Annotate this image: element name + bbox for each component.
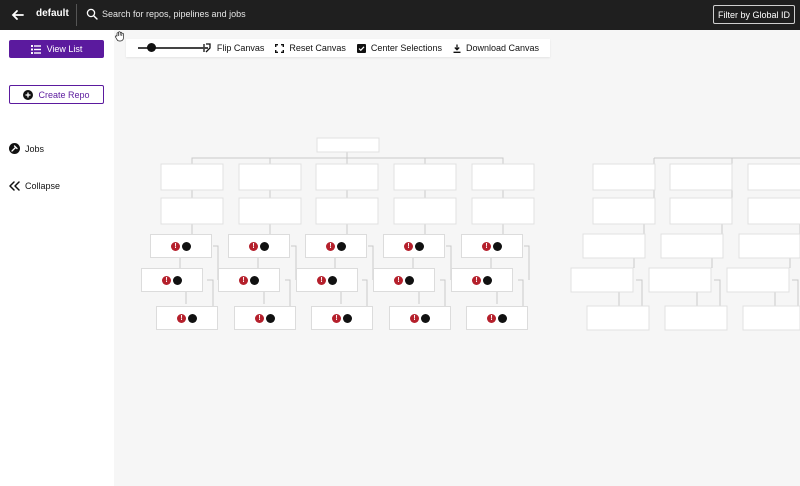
list-icon bbox=[30, 44, 41, 54]
job-state-icon bbox=[219, 269, 259, 285]
project-name[interactable]: default bbox=[36, 8, 69, 19]
error-icon: ! bbox=[255, 313, 264, 323]
job-node[interactable]: ! bbox=[383, 234, 445, 258]
view-list-button[interactable]: View List bbox=[9, 40, 104, 58]
job-node[interactable]: ! bbox=[373, 268, 435, 292]
job-state-icon bbox=[229, 235, 269, 251]
error-icon: ! bbox=[177, 313, 186, 323]
job-node[interactable]: ! bbox=[451, 268, 513, 292]
search-input[interactable]: Search for repos, pipelines and jobs bbox=[102, 9, 246, 19]
error-icon: ! bbox=[472, 275, 481, 285]
job-state-icon bbox=[462, 235, 502, 251]
sidebar-collapse[interactable]: Collapse bbox=[9, 181, 60, 191]
job-state-icon bbox=[306, 235, 346, 251]
add-circle-icon bbox=[23, 89, 34, 100]
jobs-icon bbox=[9, 143, 20, 154]
checkbox-checked-icon bbox=[356, 43, 366, 53]
job-state-icon bbox=[374, 269, 414, 285]
error-icon: ! bbox=[404, 241, 413, 251]
job-state-icon bbox=[235, 307, 275, 323]
search-icon bbox=[86, 8, 98, 20]
flip-canvas-button[interactable]: Flip Canvas bbox=[203, 43, 265, 53]
create-repo-button[interactable]: Create Repo bbox=[9, 85, 104, 104]
center-selections-toggle[interactable]: Center Selections bbox=[356, 43, 442, 53]
dag-canvas[interactable]: ! ! ! ! ! ! ! ! ! ! ! ! ! ! ! bbox=[114, 30, 800, 486]
top-header: default Search for repos, pipelines and … bbox=[0, 0, 800, 30]
error-icon: ! bbox=[487, 313, 496, 323]
collapse-label: Collapse bbox=[25, 181, 61, 191]
job-state-icon bbox=[297, 269, 337, 285]
double-chevron-left-icon bbox=[9, 181, 20, 191]
zoom-thumb[interactable] bbox=[147, 43, 156, 52]
job-node[interactable]: ! bbox=[218, 268, 280, 292]
jobs-label: Jobs bbox=[25, 143, 45, 154]
job-node[interactable]: ! bbox=[461, 234, 523, 258]
header-divider bbox=[76, 4, 77, 26]
job-node[interactable]: ! bbox=[296, 268, 358, 292]
job-node[interactable]: ! bbox=[389, 306, 451, 330]
center-selections-label: Center Selections bbox=[370, 43, 442, 53]
job-node[interactable]: ! bbox=[234, 306, 296, 330]
job-node[interactable]: ! bbox=[466, 306, 528, 330]
error-icon: ! bbox=[162, 275, 171, 285]
job-state-icon bbox=[151, 235, 191, 251]
error-icon: ! bbox=[171, 241, 180, 251]
reset-canvas-button[interactable]: Reset Canvas bbox=[275, 43, 346, 53]
flip-canvas-label: Flip Canvas bbox=[216, 43, 265, 53]
download-canvas-label: Download Canvas bbox=[465, 43, 539, 53]
error-icon: ! bbox=[394, 275, 403, 285]
download-canvas-button[interactable]: Download Canvas bbox=[453, 43, 539, 53]
job-node[interactable]: ! bbox=[311, 306, 373, 330]
error-icon: ! bbox=[239, 275, 248, 285]
dag-edges bbox=[160, 137, 800, 331]
job-state-icon bbox=[142, 269, 182, 285]
view-list-label: View List bbox=[46, 44, 83, 54]
error-icon: ! bbox=[482, 241, 491, 251]
expand-icon bbox=[275, 43, 285, 53]
job-state-icon bbox=[157, 307, 197, 323]
zoom-slider[interactable] bbox=[138, 43, 208, 53]
sidebar-item-jobs[interactable]: Jobs bbox=[9, 143, 44, 154]
error-icon: ! bbox=[332, 313, 341, 323]
sidebar: View List Create Repo Jobs Collapse bbox=[0, 30, 114, 486]
error-icon: ! bbox=[249, 241, 258, 251]
job-state-icon bbox=[312, 307, 352, 323]
job-state-icon bbox=[384, 235, 424, 251]
create-repo-label: Create Repo bbox=[38, 89, 90, 100]
job-node[interactable]: ! bbox=[305, 234, 367, 258]
grab-cursor-icon bbox=[115, 31, 124, 42]
error-icon: ! bbox=[410, 313, 419, 323]
job-node[interactable]: ! bbox=[141, 268, 203, 292]
job-node[interactable]: ! bbox=[228, 234, 290, 258]
filter-by-global-id-button[interactable]: Filter by Global ID bbox=[713, 5, 795, 24]
job-node[interactable]: ! bbox=[156, 306, 218, 330]
back-arrow-icon[interactable] bbox=[10, 8, 26, 22]
error-icon: ! bbox=[317, 275, 326, 285]
reset-canvas-label: Reset Canvas bbox=[289, 43, 346, 53]
job-state-icon bbox=[452, 269, 492, 285]
canvas-toolbar: Flip Canvas Reset Canvas Center Selectio… bbox=[126, 39, 550, 57]
job-state-icon bbox=[390, 307, 430, 323]
job-node[interactable]: ! bbox=[150, 234, 212, 258]
job-state-icon bbox=[467, 307, 507, 323]
error-icon: ! bbox=[326, 241, 335, 251]
download-icon bbox=[453, 44, 461, 53]
